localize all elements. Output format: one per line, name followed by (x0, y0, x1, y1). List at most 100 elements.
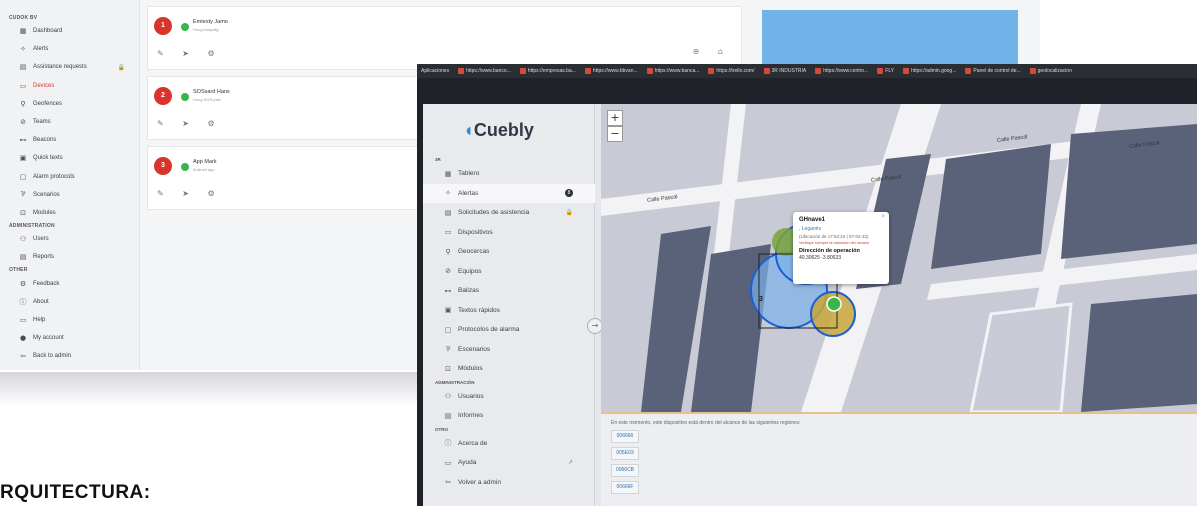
nav-item-balizas[interactable]: ⊷ Balizas (423, 281, 595, 301)
nav-item-dashboard[interactable]: ▦ Dashboard (0, 22, 139, 40)
nav-icon: ⇦ (20, 352, 26, 361)
nav-item-solicitudes-de-asistencia[interactable]: ▤ Solicitudes de asistencia 🔒 (423, 203, 595, 223)
nav-item-label: Textos rápidos (458, 306, 500, 314)
nav-item-modules[interactable]: ⊡ Modules (0, 204, 139, 222)
nav-item-label: My account (33, 335, 64, 342)
bookmark-item[interactable]: geolocalizacion (1029, 68, 1072, 74)
nav-item-geocercas[interactable]: ⚲ Geocercas (423, 242, 595, 262)
nav-item-reports[interactable]: ▤ Reports (0, 248, 139, 266)
nav-item-volver-a-admin[interactable]: ⇦ Volver a admin (423, 473, 595, 493)
nav-item-informes[interactable]: ▤ Informes (423, 406, 595, 426)
nav-item-quick-texts[interactable]: ▣ Quick texts (0, 149, 139, 167)
nav-item-label: Assistance requests (33, 64, 87, 71)
bookmark-item[interactable]: Panel de control de... (965, 68, 1021, 74)
nav-item-devices[interactable]: ▭ Devices (0, 77, 139, 95)
nav-icon: ✧ (20, 45, 26, 54)
bookmark-favicon-icon (458, 68, 465, 74)
nav-item-scenarios[interactable]: ⅌ Scenarios (0, 186, 139, 204)
bookmark-favicon-icon (584, 68, 591, 74)
nav-icon: ⊡ (445, 364, 451, 373)
bookmark-item[interactable]: https://empresas.ba... (519, 68, 576, 74)
bookmark-item[interactable]: https://trello.com/ (708, 68, 755, 74)
nav-item-my-account[interactable]: ● My account (0, 329, 139, 347)
map-view[interactable]: 3 Calle Pascal Calle Pascal Calle Pascal… (601, 104, 1197, 412)
nav-icon: ⅌ (445, 344, 451, 353)
nav-item-escenarios[interactable]: ⅌ Escenarios (423, 340, 595, 360)
nav-icon: ⚇ (19, 235, 27, 244)
device-actions-icons[interactable]: ✎ ➤ ⚙ (157, 189, 223, 198)
nav-item-protocolos-de-alarma[interactable]: ▢ Protocolos de alarma (423, 320, 595, 340)
nav-icon: ● (19, 334, 27, 343)
alert-count-badge: 8 (565, 189, 573, 198)
nav-item-label: Acerca de (458, 439, 488, 447)
nav-item-help[interactable]: ▭ Help (0, 311, 139, 329)
region-chip[interactable]: 005E03 (611, 447, 639, 460)
zoom-out-button[interactable]: − (607, 126, 623, 142)
bookmark-item[interactable]: https://www.banca... (646, 68, 699, 74)
nav-item-dispositivos[interactable]: ▭ Dispositivos (423, 223, 595, 243)
section-heading: RQUITECTURA: (0, 482, 151, 503)
nav-item-feedback[interactable]: ⚙ Feedback (0, 274, 139, 292)
nav-item-assistance-requests[interactable]: ▤ Assistance requests 🔒 (0, 58, 139, 76)
org-name: CUDOK BV (9, 15, 38, 21)
bookmark-item[interactable]: https://www.bbvan... (584, 68, 638, 74)
nav-item-ayuda[interactable]: ▭ Ayuda ↗ (423, 453, 595, 473)
device-actions-icons[interactable]: ✎ ➤ ⚙ (157, 49, 223, 58)
nav-item-label: Reports (33, 254, 55, 261)
nav-icon: ▭ (19, 81, 27, 90)
nav-icon: ▭ (444, 458, 452, 467)
device-card[interactable]: 1 Emtesty Jamo Hoog lompelig ✎ ➤ ⚙ ⊕ ⌂ (147, 6, 742, 70)
cuebly-app: ◖Cuebly 3R ▦ Tablero ✧ Alertas 8 ▤ Solicitudes… (423, 104, 1197, 506)
building (1081, 294, 1197, 412)
nav-item-label: Geocercas (458, 248, 490, 256)
popup-close-icon[interactable]: × (881, 214, 885, 220)
building (931, 144, 1051, 269)
region-chip[interactable]: 00666F (611, 481, 639, 494)
popup-location-link[interactable]: , Leganés (799, 226, 883, 232)
bookmark-item[interactable]: FLY (877, 68, 894, 74)
bookmark-item[interactable]: https://www.banco... (458, 68, 511, 74)
nav-item-alertas[interactable]: ✧ Alertas 8 (423, 183, 595, 203)
bookmark-item[interactable]: 3R INDUSTRIA (763, 68, 806, 74)
nav-item-alerts[interactable]: ✧ Alerts (0, 40, 139, 58)
nav-icon: ⓘ (19, 297, 27, 306)
bookmark-item[interactable]: https://www.centro... (815, 68, 868, 74)
nav-item-tablero[interactable]: ▦ Tablero (423, 164, 595, 184)
nav-icon: ▦ (444, 169, 452, 178)
nav-icon: ⚲ (20, 99, 26, 108)
nav-item-modulos[interactable]: ⊡ Módulos (423, 359, 595, 379)
bookmark-item[interactable]: https://admin.goog... (903, 68, 956, 74)
nav-item-teams[interactable]: ⊘ Teams (0, 113, 139, 131)
nav-item-usuarios[interactable]: ⚇ Usuarios (423, 387, 595, 407)
nav-item-beacons[interactable]: ⊷ Beacons (0, 131, 139, 149)
device-actions-icons[interactable]: ✎ ➤ ⚙ (157, 119, 223, 128)
nav-item-geofences[interactable]: ⚲ Geofences (0, 95, 139, 113)
map-canvas: 3 (601, 104, 1197, 412)
cuebly-logo[interactable]: ◖Cuebly (463, 120, 534, 141)
nav-item-label: Alerts (33, 46, 49, 53)
locate-home-icons[interactable]: ⊕ ⌂ (693, 47, 731, 56)
user-marker[interactable] (826, 296, 842, 312)
nav-icon: ⇦ (445, 478, 451, 487)
nav-item-back-to-admin[interactable]: ⇦ Back to admin (0, 347, 139, 365)
nav-item-equipos[interactable]: ⊘ Equipos (423, 262, 595, 282)
bookmark-label: https://empresas.ba... (527, 68, 576, 74)
nav-item-alarm-protocols[interactable]: ▢ Alarm protocols (0, 168, 139, 186)
nav-item-users[interactable]: ⚇ Users (0, 230, 139, 248)
bookmark-item[interactable]: Aplicaciones (421, 68, 449, 74)
bookmark-label: https://trello.com/ (716, 68, 755, 74)
nav-item-label: Volver a admin (458, 478, 501, 486)
region-chip[interactable]: 0066CB (611, 464, 639, 477)
region-chip[interactable]: 006666 (611, 430, 639, 443)
zoom-in-button[interactable]: + (607, 110, 623, 126)
nav-icon: ▤ (444, 208, 452, 217)
monitor-photo: Aplicaciones https://www.banco... https://… (417, 64, 1197, 506)
nav-item-textos-rapidos[interactable]: ▣ Textos rápidos (423, 301, 595, 321)
nav-icon: ▤ (444, 411, 452, 420)
cuebly-logo-icon: ◖ (463, 120, 474, 140)
device-subtitle: Android app (193, 167, 215, 172)
bookmark-label: Aplicaciones (421, 68, 450, 74)
nav-icon: ▢ (19, 172, 27, 181)
nav-item-about[interactable]: ⓘ About (0, 293, 139, 311)
nav-item-acerca-de[interactable]: ⓘ Acerca de (423, 434, 595, 454)
